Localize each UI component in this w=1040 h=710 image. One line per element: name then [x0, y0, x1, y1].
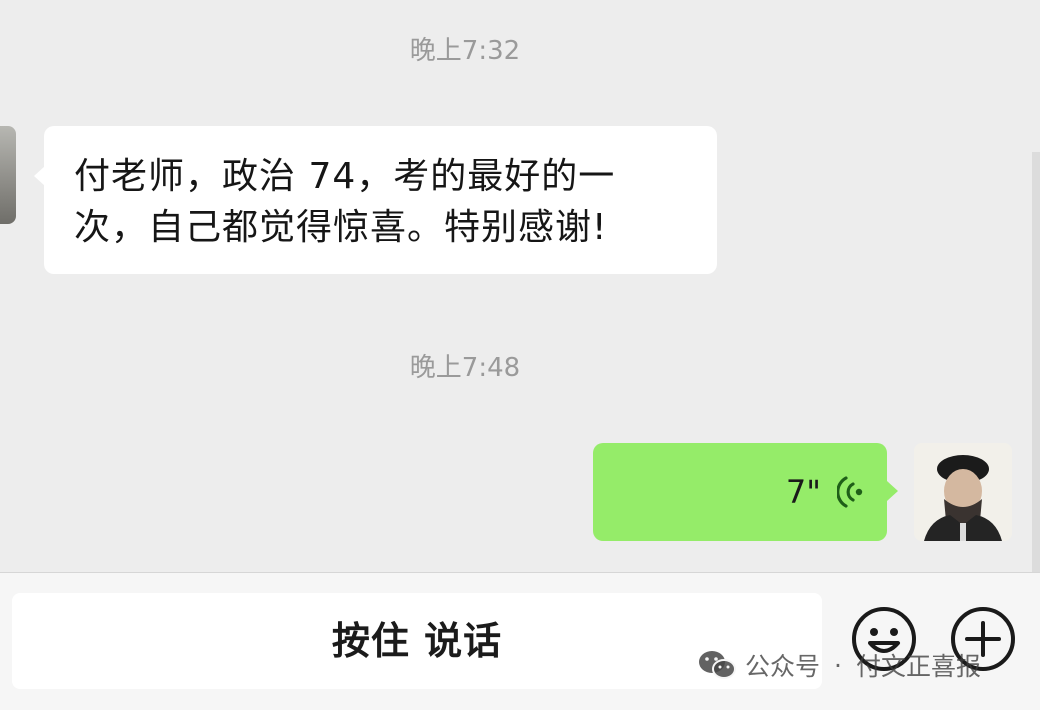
outgoing-voice-message[interactable]: 7" — [593, 443, 898, 541]
scrollbar-track[interactable] — [1032, 152, 1040, 572]
peer-avatar[interactable] — [0, 126, 16, 224]
portrait-avatar-image — [914, 443, 1012, 541]
wechat-logo-icon — [699, 651, 736, 679]
voice-wave-icon — [837, 476, 863, 508]
chat-message-area[interactable]: 晚上7:32 付老师，政治 74，考的最好的一次，自己都觉得惊喜。特别感谢! 晚… — [0, 0, 1040, 572]
self-avatar[interactable] — [914, 443, 1012, 541]
message-timestamp: 晚上7:48 — [409, 353, 521, 383]
message-timestamp: 晚上7:32 — [409, 36, 521, 66]
watermark-name: 付文正喜报 — [855, 652, 981, 681]
watermark: 公众号 · 付文正喜报 — [697, 645, 981, 685]
watermark-separator: · — [834, 650, 842, 680]
incoming-message-text: 付老师，政治 74，考的最好的一次，自己都觉得惊喜。特别感谢! — [74, 156, 616, 248]
incoming-message-bubble[interactable]: 付老师，政治 74，考的最好的一次，自己都觉得惊喜。特别感谢! — [34, 126, 717, 274]
voice-duration: 7" — [785, 473, 821, 511]
input-bar: 按住 说话 公众号 · 付文正喜报 — [0, 572, 1040, 710]
watermark-prefix: 公众号 — [745, 652, 821, 681]
